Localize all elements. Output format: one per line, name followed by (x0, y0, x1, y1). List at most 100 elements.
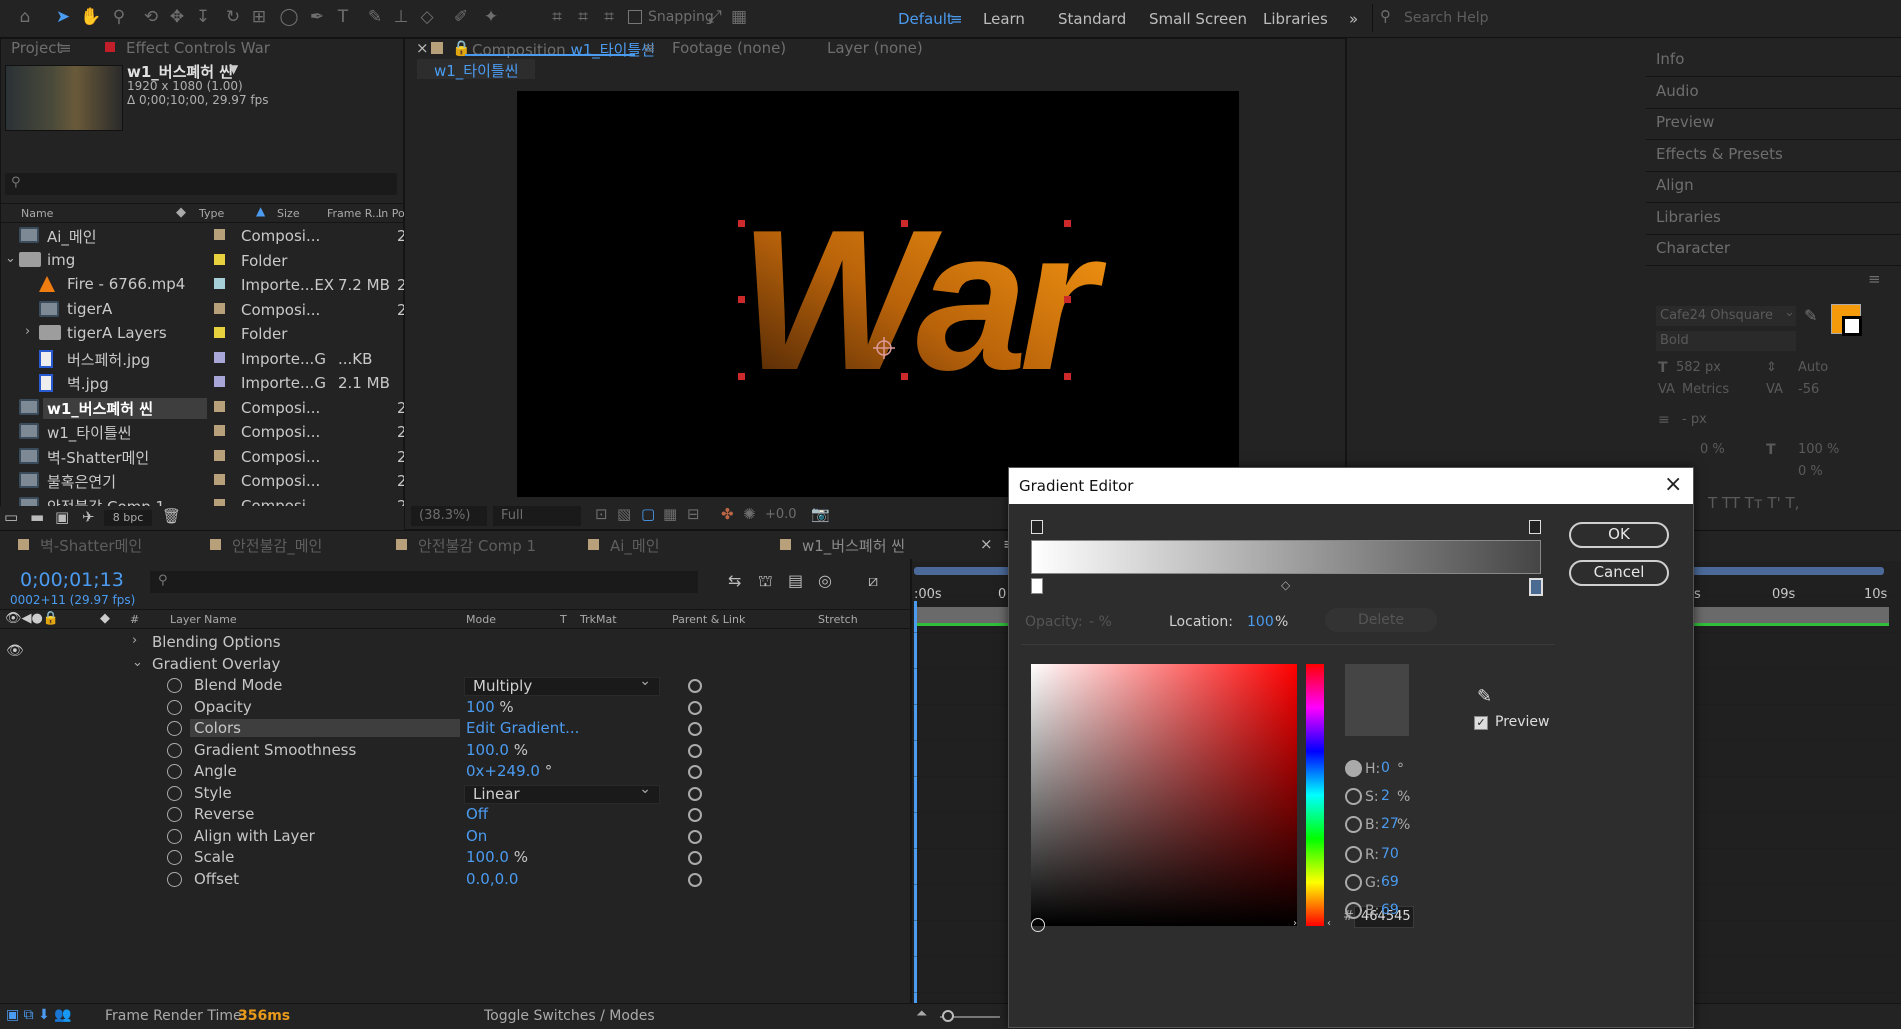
resolution-dropdown[interactable]: Full (493, 506, 581, 526)
property-value[interactable]: Edit Gradient... (466, 719, 579, 737)
pan-tool-icon[interactable]: ✥ (166, 6, 188, 28)
grid-icon[interactable]: ▦ (663, 505, 677, 523)
workspace-overflow-icon[interactable]: » (1349, 10, 1358, 28)
color-stop-left[interactable] (1031, 578, 1043, 594)
guides-icon[interactable]: ⊟ (687, 505, 700, 523)
tab-project[interactable]: Project (11, 39, 62, 57)
channel-icon[interactable]: ✤ (721, 505, 734, 523)
zoom-tool-icon[interactable]: ⚲ (108, 6, 130, 28)
color-field-marker[interactable] (1031, 918, 1045, 932)
label-color[interactable] (214, 376, 225, 387)
panel-tab-preview[interactable]: Preview (1656, 113, 1714, 131)
clone-tool-icon[interactable]: ⊥ (390, 6, 412, 28)
column-mode[interactable]: Mode (466, 613, 496, 626)
rgb-field[interactable]: G: 69 (1345, 874, 1455, 896)
expression-link-icon[interactable] (688, 829, 702, 844)
snapping-checkbox[interactable] (628, 10, 642, 24)
selection-tool-icon[interactable]: ➤ (52, 6, 74, 28)
field-value[interactable]: 69 (1381, 874, 1399, 890)
column-name[interactable]: Name (21, 207, 53, 220)
property-row[interactable]: › Blending Options (0, 633, 910, 654)
preview-checkbox[interactable]: ✓ (1474, 716, 1488, 730)
label-color[interactable] (214, 302, 225, 314)
faux-styles-icon[interactable]: T TT Tт T' T, (1708, 494, 1799, 512)
column-size[interactable]: Size (277, 207, 300, 220)
expression-link-icon[interactable] (688, 722, 702, 736)
eraser-tool-icon[interactable]: ◇ (416, 6, 438, 28)
bit-depth-button[interactable]: 8 bpc (104, 510, 152, 526)
panel-tab-effects-presets[interactable]: Effects & Presets (1656, 145, 1783, 163)
panel-menu-icon[interactable]: ≡ (1868, 270, 1881, 288)
stroke-color-swatch[interactable] (1842, 316, 1862, 336)
vertical-scale-value[interactable]: 100 % (1798, 442, 1839, 457)
war-text[interactable]: War (739, 189, 1114, 412)
expression-link-icon[interactable] (688, 743, 702, 758)
tab-effect-controls[interactable]: Effect Controls War (126, 39, 270, 57)
project-search-input[interactable] (5, 173, 397, 195)
radio-button[interactable] (1345, 874, 1362, 891)
hue-slider[interactable] (1306, 664, 1324, 926)
av-switches-icon[interactable]: 👁◀●🔒 (5, 611, 59, 626)
location-value[interactable]: 100 (1247, 614, 1274, 630)
property-value[interactable]: 100 % (466, 698, 514, 716)
current-time-indicator[interactable] (914, 601, 917, 1029)
interpret-footage-icon[interactable]: ▭ (4, 508, 18, 526)
property-row[interactable]: Align with Layer On (0, 827, 910, 848)
expression-link-icon[interactable] (688, 786, 702, 801)
font-size-value[interactable]: 582 px (1676, 360, 1721, 375)
toggle-switches-modes[interactable]: Toggle Switches / Modes (484, 1008, 655, 1024)
vertical-scale-percent[interactable]: 0 % (1700, 442, 1725, 457)
orbit-tool-icon[interactable]: ⟲ (140, 6, 162, 28)
search-help-input[interactable]: Search Help (1404, 10, 1488, 26)
stopwatch-icon[interactable] (167, 699, 182, 715)
workspace-libraries[interactable]: Libraries (1263, 10, 1328, 28)
color-stop-right[interactable] (1529, 578, 1543, 596)
chevron-down-icon[interactable]: ⌄ (5, 251, 16, 266)
expression-link-icon[interactable] (688, 679, 702, 693)
hue-slider-arrow-left[interactable]: › (1293, 918, 1297, 929)
handle[interactable] (738, 296, 745, 303)
radio-button[interactable] (1345, 788, 1362, 805)
expression-link-icon[interactable] (688, 700, 702, 715)
property-row[interactable]: Gradient Smoothness 100.0 % (0, 741, 910, 762)
panel-tab-libraries[interactable]: Libraries (1656, 208, 1721, 226)
cancel-button[interactable]: Cancel (1569, 560, 1669, 586)
timeline-search-input[interactable] (150, 571, 698, 593)
gradient-preview-bar[interactable] (1031, 540, 1541, 574)
exposure-value[interactable]: +0.0 (765, 507, 797, 522)
magnification-dropdown[interactable]: (38.3%) (411, 506, 487, 526)
label-tag-icon[interactable]: ◆ (100, 611, 110, 626)
property-row[interactable]: Angle 0x+249.0 ° (0, 762, 910, 783)
field-value[interactable]: 2 (1381, 788, 1390, 804)
expression-link-icon[interactable] (688, 765, 702, 779)
type-tool-icon[interactable]: T (332, 6, 354, 28)
tab-layer[interactable]: Layer (none) (827, 39, 923, 57)
hand-tool-icon[interactable]: ✋ (80, 6, 102, 28)
frame-blending-icon[interactable]: ◎ (818, 571, 832, 590)
stopwatch-icon[interactable] (167, 785, 182, 801)
property-row[interactable]: Colors Edit Gradient... (0, 719, 910, 740)
axis-local-icon[interactable]: ⌗ (546, 6, 568, 28)
chevron-right-icon[interactable]: › (25, 324, 30, 339)
font-style-dropdown[interactable]: Bold (1656, 331, 1796, 351)
axis-world-icon[interactable]: ⌗ (572, 6, 594, 28)
stopwatch-icon[interactable] (167, 764, 182, 779)
label-color[interactable] (214, 327, 225, 338)
column-in-point[interactable]: In Po (378, 207, 405, 220)
tab-composition[interactable]: Composition w1_타이틀씬 (472, 39, 655, 60)
handle[interactable] (901, 373, 908, 380)
label-tag-icon[interactable]: ◆ (176, 205, 186, 220)
property-value[interactable]: 0x+249.0 ° (466, 762, 552, 780)
kerning-value[interactable]: Metrics (1682, 382, 1729, 397)
leading-value[interactable]: Auto (1798, 360, 1828, 375)
color-field[interactable] (1031, 664, 1297, 926)
property-row[interactable]: Reverse Off (0, 805, 910, 826)
handle[interactable] (1064, 296, 1071, 303)
handle[interactable] (738, 373, 745, 380)
menu-icon[interactable]: ≡ (950, 10, 963, 28)
label-color[interactable] (214, 425, 225, 436)
snapshot-icon[interactable]: 📷 (811, 505, 830, 523)
handle[interactable] (1064, 220, 1071, 227)
dolly-tool-icon[interactable]: ↧ (192, 6, 214, 28)
pen-tool-icon[interactable]: ✒ (306, 6, 328, 28)
